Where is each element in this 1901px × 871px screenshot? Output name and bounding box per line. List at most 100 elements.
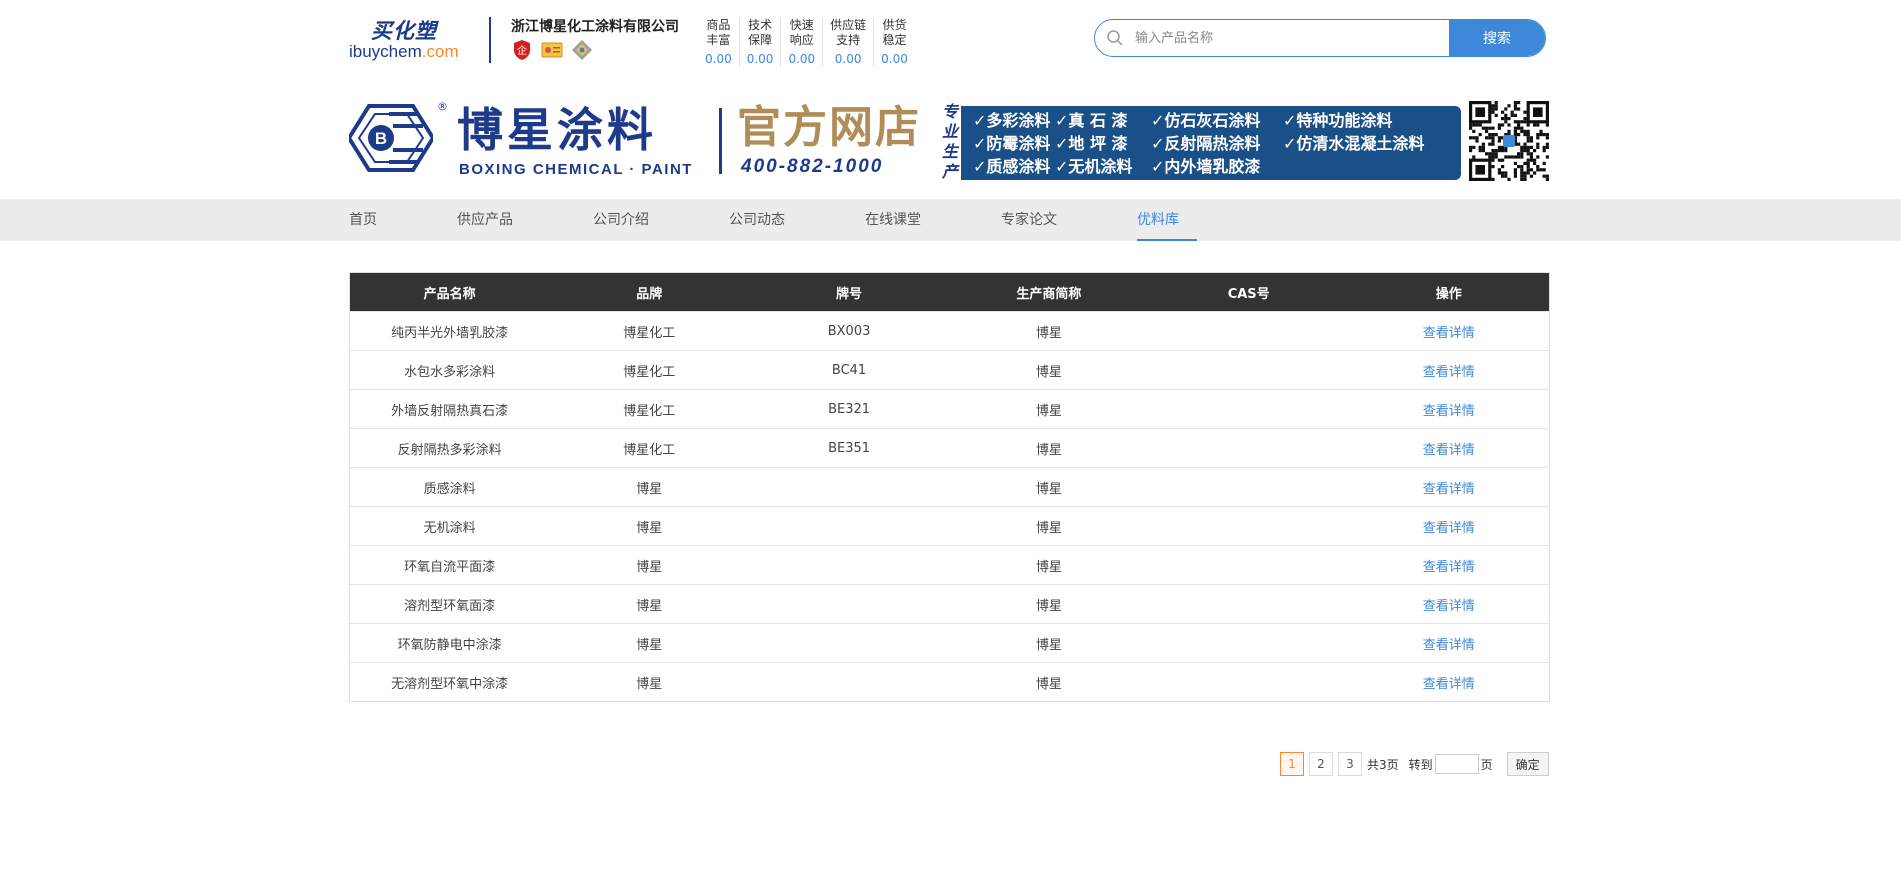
quality-medal-icon[interactable]: [571, 39, 593, 61]
table-cell: 博星: [948, 545, 1149, 585]
goto-confirm-button[interactable]: 确定: [1506, 752, 1549, 776]
nav-item[interactable]: 公司介绍: [593, 199, 729, 241]
view-details-link[interactable]: 查看详情: [1348, 311, 1550, 351]
table-row: 质感涂料 博星 博星 查看详情: [349, 467, 1550, 507]
column-header: 操作: [1348, 272, 1550, 312]
metric-label-2: 稳定: [882, 33, 907, 47]
table-cell: 溶剂型环氧面漆: [349, 584, 550, 624]
view-details-link[interactable]: 查看详情: [1348, 584, 1550, 624]
table-cell: 纯丙半光外墙乳胶漆: [349, 311, 550, 351]
main-nav-bar: 首页 供应产品 公司介绍 公司动态 在线课堂 专家论文 优料库: [0, 199, 1901, 241]
table-cell: 博星: [549, 545, 750, 585]
table-cell: 水包水多彩涂料: [349, 350, 550, 390]
table-cell: 环氧自流平面漆: [349, 545, 550, 585]
search-input[interactable]: [1135, 20, 1449, 56]
view-details-link[interactable]: 查看详情: [1348, 428, 1550, 468]
certificate-badge-icon[interactable]: [541, 39, 563, 61]
table-cell: 博星: [948, 389, 1149, 429]
company-name[interactable]: 浙江博星化工涂料有限公司: [511, 16, 679, 36]
table-row: 环氧自流平面漆 博星 博星 查看详情: [349, 545, 1550, 585]
nav-item[interactable]: 公司动态: [729, 199, 865, 241]
site-logo[interactable]: 买化塑 ibuychem.com: [349, 12, 479, 68]
feature-item: ✓特种功能涂料: [1283, 111, 1393, 130]
table-cell: 无机涂料: [349, 506, 550, 546]
table-cell: 博星: [549, 506, 750, 546]
metric-label-2: 保障: [748, 33, 773, 47]
qr-code-icon[interactable]: [1469, 101, 1549, 181]
column-header: 品牌: [549, 272, 750, 312]
table-cell: 博星: [948, 467, 1149, 507]
view-details-link[interactable]: 查看详情: [1348, 662, 1550, 702]
table-cell: 博星化工: [549, 350, 750, 390]
table-cell: [749, 662, 949, 702]
table-cell: 博星: [948, 311, 1149, 351]
table-row: 溶剂型环氧面漆 博星 博星 查看详情: [349, 584, 1550, 624]
table-cell: [1148, 506, 1349, 546]
view-details-link[interactable]: 查看详情: [1348, 350, 1550, 390]
metric-value: 0.00: [834, 52, 862, 66]
feature-item: ✓仿石灰石涂料: [1151, 111, 1261, 130]
feature-item: ✓仿清水混凝土涂料: [1283, 134, 1425, 153]
table-cell: [749, 623, 949, 663]
feature-item: ✓无机涂料: [1055, 157, 1133, 176]
table-row: 无机涂料 博星 博星 查看详情: [349, 506, 1550, 546]
table-row: 水包水多彩涂料 博星化工 BC41 博星 查看详情: [349, 350, 1550, 390]
metric-value: 0.00: [746, 52, 774, 66]
service-metric: 供应链 支持 0.00: [823, 18, 875, 67]
metric-label-2: 支持: [836, 33, 861, 47]
page-total: 共3页: [1367, 757, 1399, 772]
nav-item[interactable]: 专家论文: [1001, 199, 1137, 241]
table-cell: [1148, 584, 1349, 624]
goto-page-input[interactable]: [1434, 754, 1479, 774]
table-row: 无溶剂型环氧中涂漆 博星 博星 查看详情: [349, 662, 1550, 702]
goto-label: 转到: [1408, 757, 1433, 772]
table-cell: [1148, 311, 1349, 351]
page-button[interactable]: 3: [1338, 752, 1362, 776]
enterprise-badge-icon[interactable]: 企: [511, 39, 533, 61]
nav-item[interactable]: 供应产品: [457, 199, 593, 241]
table-cell: [1148, 467, 1349, 507]
search-icon: [1095, 20, 1135, 56]
table-cell: [1148, 389, 1349, 429]
page-button[interactable]: 1: [1280, 752, 1304, 776]
table-cell: BX003: [749, 311, 949, 351]
page-button[interactable]: 2: [1309, 752, 1333, 776]
table-cell: 博星: [948, 584, 1149, 624]
metric-label-1: 技术: [748, 18, 773, 32]
search-button[interactable]: 搜索: [1449, 20, 1545, 56]
table-row: 反射隔热多彩涂料 博星化工 BE351 博星 查看详情: [349, 428, 1550, 468]
metric-label-2: 响应: [789, 33, 814, 47]
goto-unit-label: 页: [1480, 757, 1493, 772]
store-banner: B ® 博星涂料 BOXING CHEMICAL · PAINT 官方网店 40…: [349, 80, 1550, 200]
table-row: 纯丙半光外墙乳胶漆 博星化工 BX003 博星 查看详情: [349, 311, 1550, 351]
top-bar: 买化塑 ibuychem.com 浙江博星化工涂料有限公司 企 商品 丰富 0.00…: [349, 0, 1550, 80]
table-cell: 博星: [549, 662, 750, 702]
view-details-link[interactable]: 查看详情: [1348, 623, 1550, 663]
nav-item[interactable]: 优料库: [1137, 199, 1197, 241]
table-cell: 博星: [549, 584, 750, 624]
feature-item: [1283, 155, 1473, 178]
metric-value: 0.00: [788, 52, 816, 66]
site-logo-en: ibuychem.com: [349, 42, 459, 62]
nav-item[interactable]: 首页: [349, 199, 457, 241]
feature-item: ✓反射隔热涂料: [1151, 134, 1261, 153]
view-details-link[interactable]: 查看详情: [1348, 506, 1550, 546]
table-cell: [749, 506, 949, 546]
table-cell: [749, 584, 949, 624]
nav-item[interactable]: 在线课堂: [865, 199, 1001, 241]
service-metric: 商品 丰富 0.00: [698, 18, 740, 67]
table-cell: [749, 467, 949, 507]
product-feature-panel: ✓多彩涂料 ✓真 石 漆 ✓仿石灰石涂料 ✓特种功能涂料 ✓防霉涂料 ✓地 坪 漆 ✓反射隔…: [961, 106, 1461, 180]
table-header-row: 产品名称 品牌 牌号 生产商简称 CAS号 操作: [349, 272, 1550, 312]
table-cell: [749, 545, 949, 585]
metric-label-1: 供应链: [830, 18, 867, 32]
brand-subtitle: BOXING CHEMICAL · PAINT: [459, 161, 693, 178]
metric-label-1: 商品: [706, 18, 731, 32]
view-details-link[interactable]: 查看详情: [1348, 545, 1550, 585]
feature-item: ✓内外墙乳胶漆: [1151, 157, 1261, 176]
feature-item: ✓质感涂料: [973, 157, 1051, 176]
view-details-link[interactable]: 查看详情: [1348, 389, 1550, 429]
table-cell: [1148, 350, 1349, 390]
table-cell: 博星: [948, 623, 1149, 663]
view-details-link[interactable]: 查看详情: [1348, 467, 1550, 507]
